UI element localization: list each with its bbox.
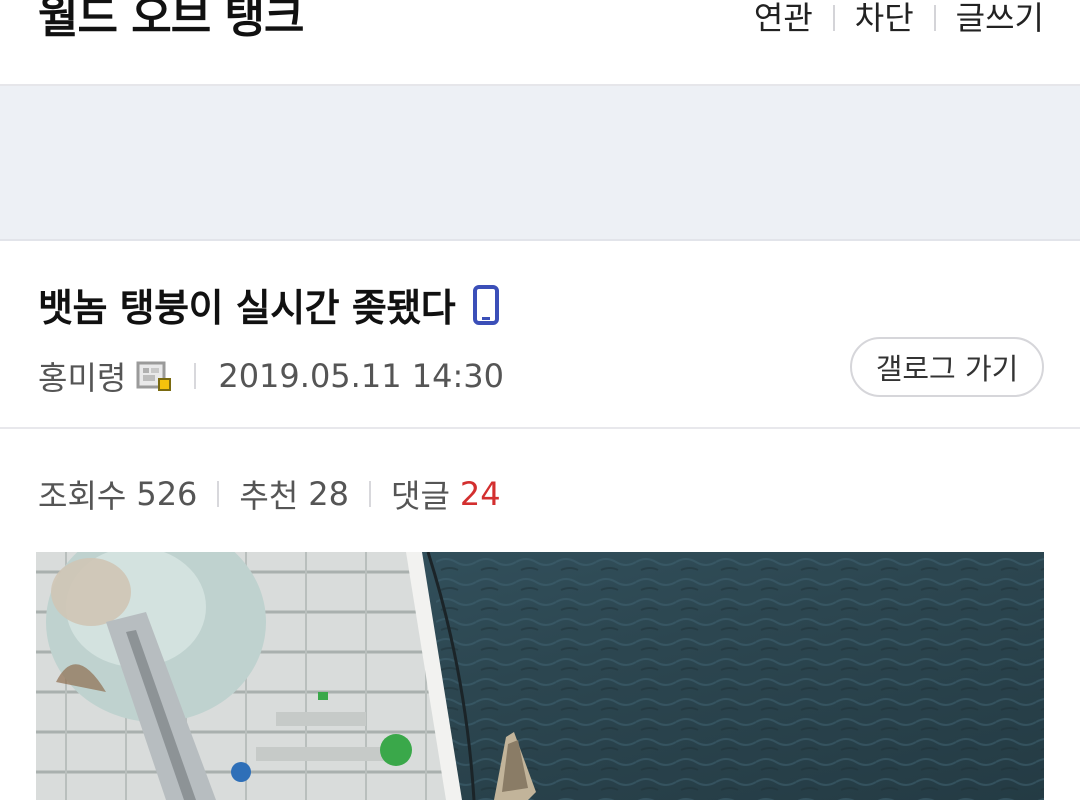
- divider: [832, 5, 835, 31]
- divider: [217, 481, 220, 507]
- post-title-row: 뱃놈 탱붕이 실시간 좆됐다: [38, 277, 500, 332]
- recommend-label: 추천: [239, 477, 299, 515]
- views-count: 526: [136, 475, 198, 513]
- post-date: 2019.05.11 14:30: [218, 357, 504, 395]
- post-title: 뱃놈 탱붕이 실시간 좆됐다: [38, 286, 456, 330]
- post-stats: 조회수 526 추천 28 댓글 24: [0, 429, 1080, 553]
- mobile-phone-icon: [473, 284, 500, 325]
- comments-count[interactable]: 24: [460, 475, 501, 513]
- post-image[interactable]: [36, 552, 1044, 800]
- post-meta: 홍미령 2019.05.11 14:30: [38, 353, 504, 399]
- comments-label[interactable]: 댓글: [391, 471, 450, 517]
- views-label: 조회수: [38, 477, 127, 515]
- top-bar: 월드 오브 탱크 연관 차단 글쓰기: [0, 0, 1080, 86]
- post-header: 뱃놈 탱붕이 실시간 좆됐다 홍미령 2019.05.11 14:30 갤로그 …: [0, 241, 1080, 429]
- fixed-nickname-icon: [136, 359, 172, 393]
- author-name[interactable]: 홍미령: [38, 353, 126, 399]
- related-link[interactable]: 연관: [754, 0, 813, 44]
- top-links: 연관 차단 글쓰기: [754, 0, 1044, 44]
- write-link[interactable]: 글쓰기: [956, 0, 1044, 44]
- gallery-title[interactable]: 월드 오브 탱크: [38, 0, 305, 48]
- divider: [369, 481, 372, 507]
- block-link[interactable]: 차단: [855, 0, 914, 44]
- recommend-count: 28: [308, 475, 350, 513]
- ad-banner-area: [0, 86, 1080, 241]
- divider: [194, 363, 197, 389]
- divider: [933, 5, 936, 31]
- gallog-button[interactable]: 갤로그 가기: [850, 337, 1044, 397]
